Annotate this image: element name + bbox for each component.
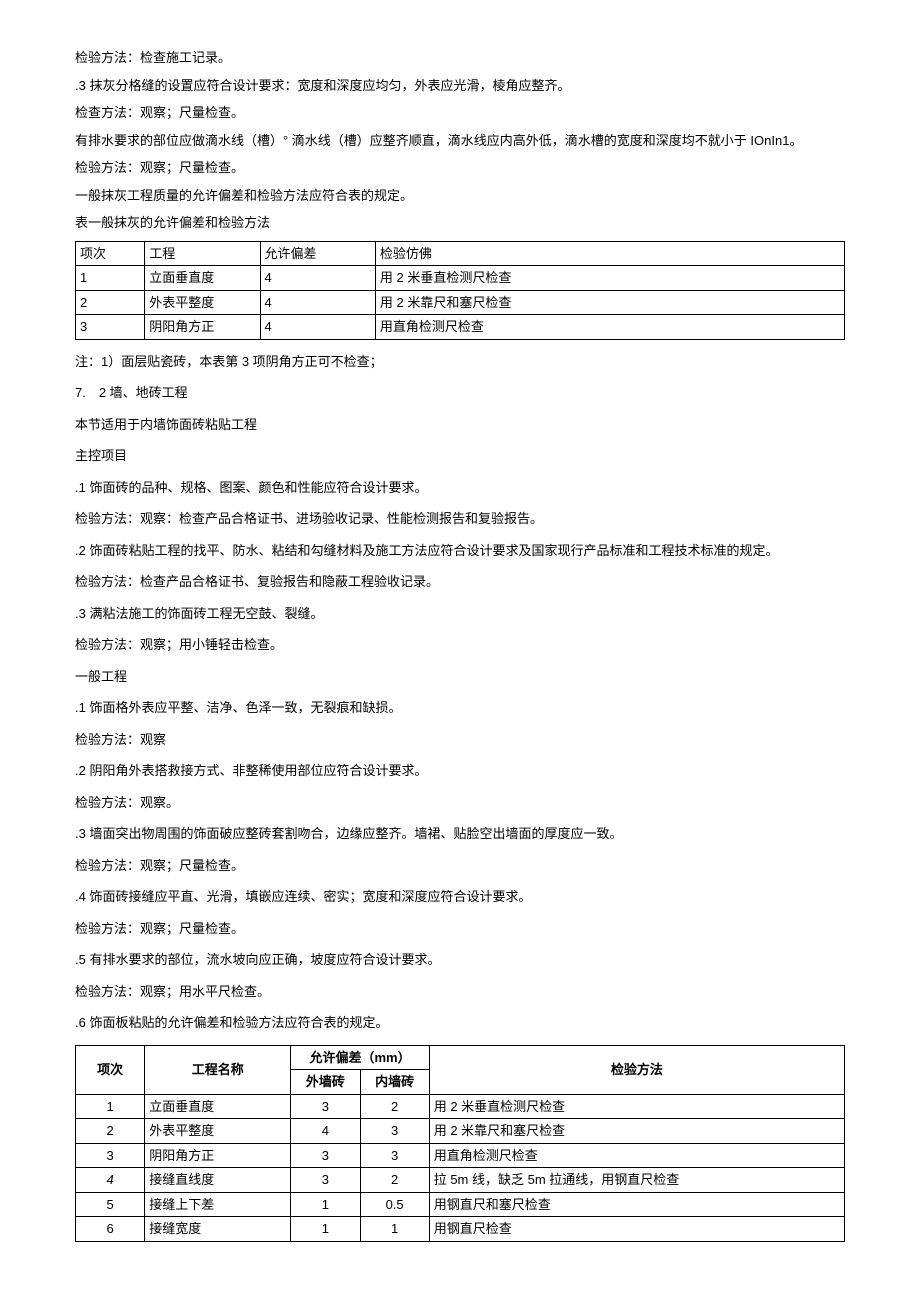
paragraph: 检验方法：观察：检查产品合格证书、进场验收记录、性能检测报告和复验报告。	[75, 509, 845, 529]
paragraph: .2 阴阳角外表搭救接方式、非整稀使用部位应符合设计要求。	[75, 761, 845, 781]
table-cell: 1	[291, 1217, 360, 1242]
table-cell: 用钢直尺和塞尺检查	[429, 1192, 844, 1217]
section-heading: 7. 2 墙、地砖工程	[75, 383, 845, 403]
paragraph: 检验方法：观察；用水平尺检查。	[75, 982, 845, 1002]
table-row: 5接缝上下差10.5用钢直尺和塞尺检查	[76, 1192, 845, 1217]
table-cell: 1	[76, 266, 145, 291]
table-header-cell: 外墙砖	[291, 1070, 360, 1095]
sub-heading: 一般工程	[75, 667, 845, 687]
table-header-cell: 项次	[76, 241, 145, 266]
table-cell: 用 2 米靠尺和塞尺检查	[375, 290, 844, 315]
paragraph: .1 饰面砖的品种、规格、图案、颜色和性能应符合设计要求。	[75, 478, 845, 498]
table-row: 2外表平整度43用 2 米靠尺和塞尺检查	[76, 1119, 845, 1144]
table-row: 1立面垂直度4用 2 米垂直检测尺检查	[76, 266, 845, 291]
tolerance-table-2: 项次 工程名称 允许偏差（mm） 检验方法 外墙砖 内墙砖 1立面垂直度32用 …	[75, 1045, 845, 1242]
table-cell: 阴阳角方正	[145, 1143, 291, 1168]
table-header-cell: 允许偏差	[260, 241, 375, 266]
tolerance-table-1: 项次 工程 允许偏差 检验仿佛 1立面垂直度4用 2 米垂直检测尺检查2外表平整…	[75, 241, 845, 340]
table-cell: 2	[76, 290, 145, 315]
table-row: 3阴阳角方正33用直角检测尺检查	[76, 1143, 845, 1168]
table-header-cell: 工程	[145, 241, 260, 266]
paragraph: .1 饰面格外表应平整、洁净、色泽一致，无裂痕和缺损。	[75, 698, 845, 718]
table-header-cell: 项次	[76, 1045, 145, 1094]
table-cell: 接缝宽度	[145, 1217, 291, 1242]
paragraph: 表一般抹灰的允许偏差和检验方法	[75, 213, 845, 233]
paragraph: .4 饰面砖接缝应平直、光滑，填嵌应连续、密实；宽度和深度应符合设计要求。	[75, 887, 845, 907]
table-cell: 接缝直线度	[145, 1168, 291, 1193]
paragraph: .3 满粘法施工的饰面砖工程无空鼓、裂缝。	[75, 604, 845, 624]
paragraph: 检验方法：观察；尺量检查。	[75, 158, 845, 178]
paragraph: 检验方法：观察	[75, 730, 845, 750]
table-cell: 1	[76, 1094, 145, 1119]
table-cell: 1	[291, 1192, 360, 1217]
paragraph: .5 有排水要求的部位，流水坡向应正确，坡度应符合设计要求。	[75, 950, 845, 970]
table-header-cell: 工程名称	[145, 1045, 291, 1094]
table-header-cell: 检验方法	[429, 1045, 844, 1094]
paragraph: 检验方法：观察；尺量检查。	[75, 919, 845, 939]
table-cell: 4	[76, 1168, 145, 1193]
table-cell: 用 2 米靠尺和塞尺检查	[429, 1119, 844, 1144]
table-cell: 外表平整度	[145, 290, 260, 315]
table-row: 1立面垂直度32用 2 米垂直检测尺检查	[76, 1094, 845, 1119]
table-note: 注：1）面层贴瓷砖，本表第 3 项阴角方正可不检查；	[75, 352, 845, 372]
table-cell: 5	[76, 1192, 145, 1217]
table-cell: 立面垂直度	[145, 266, 260, 291]
table-cell: 4	[291, 1119, 360, 1144]
table-cell: 1	[360, 1217, 429, 1242]
table-row: 项次 工程 允许偏差 检验仿佛	[76, 241, 845, 266]
table-cell: 外表平整度	[145, 1119, 291, 1144]
table-cell: 用直角检测尺检查	[429, 1143, 844, 1168]
table-cell: 用 2 米垂直检测尺检查	[375, 266, 844, 291]
paragraph: 一般抹灰工程质量的允许偏差和检验方法应符合表的规定。	[75, 186, 845, 206]
sub-heading: 主控项目	[75, 446, 845, 466]
table-cell: 用钢直尺检查	[429, 1217, 844, 1242]
table-row: 2外表平整度4用 2 米靠尺和塞尺检查	[76, 290, 845, 315]
paragraph: 检验方法：检查施工记录。	[75, 48, 845, 68]
table-header-cell: 允许偏差（mm）	[291, 1045, 429, 1070]
table-cell: 用直角检测尺检查	[375, 315, 844, 340]
table-cell: 2	[76, 1119, 145, 1144]
paragraph: 检验方法：检查产品合格证书、复验报告和隐蔽工程验收记录。	[75, 572, 845, 592]
paragraph: .2 饰面砖粘贴工程的找平、防水、粘结和勾缝材料及施工方法应符合设计要求及国家现…	[75, 541, 845, 561]
table-cell: 3	[76, 1143, 145, 1168]
table-cell: 3	[291, 1094, 360, 1119]
paragraph: 本节适用于内墙饰面砖粘贴工程	[75, 415, 845, 435]
table-cell: 接缝上下差	[145, 1192, 291, 1217]
paragraph: .3 墙面突出物周围的饰面破应整砖套割吻合，边缘应整齐。墙裙、贴脸空出墙面的厚度…	[75, 824, 845, 844]
paragraph: 有排水要求的部位应做滴水线（槽）° 滴水线（槽）应整齐顺直，滴水线应内高外低，滴…	[75, 131, 845, 151]
table-cell: 2	[360, 1168, 429, 1193]
table-cell: 4	[260, 266, 375, 291]
table-cell: 4	[260, 290, 375, 315]
table-cell: 4	[260, 315, 375, 340]
table-cell: 拉 5m 线，缺乏 5m 拉通线，用钢直尺检查	[429, 1168, 844, 1193]
paragraph: 检验方法：观察。	[75, 793, 845, 813]
paragraph: 检验方法：观察；尺量检查。	[75, 856, 845, 876]
table-row: 6接缝宽度11用钢直尺检查	[76, 1217, 845, 1242]
table-row: 项次 工程名称 允许偏差（mm） 检验方法	[76, 1045, 845, 1070]
paragraph: .3 抹灰分格缝的设置应符合设计要求：宽度和深度应均匀，外表应光滑，棱角应整齐。	[75, 76, 845, 96]
table-cell: 3	[291, 1168, 360, 1193]
paragraph: 检查方法：观察；尺量检查。	[75, 103, 845, 123]
table-cell: 3	[360, 1119, 429, 1144]
table-cell: 2	[360, 1094, 429, 1119]
table-row: 3阴阳角方正4用直角检测尺检查	[76, 315, 845, 340]
table-cell: 3	[291, 1143, 360, 1168]
table-cell: 0.5	[360, 1192, 429, 1217]
paragraph: .6 饰面板粘贴的允许偏差和检验方法应符合表的规定。	[75, 1013, 845, 1033]
table-cell: 6	[76, 1217, 145, 1242]
table-header-cell: 内墙砖	[360, 1070, 429, 1095]
table-cell: 3	[360, 1143, 429, 1168]
paragraph: 检验方法：观察；用小锤轻击检查。	[75, 635, 845, 655]
table-header-cell: 检验仿佛	[375, 241, 844, 266]
table-cell: 立面垂直度	[145, 1094, 291, 1119]
table-cell: 3	[76, 315, 145, 340]
table-cell: 阴阳角方正	[145, 315, 260, 340]
table-row: 4接缝直线度32拉 5m 线，缺乏 5m 拉通线，用钢直尺检查	[76, 1168, 845, 1193]
table-cell: 用 2 米垂直检测尺检查	[429, 1094, 844, 1119]
